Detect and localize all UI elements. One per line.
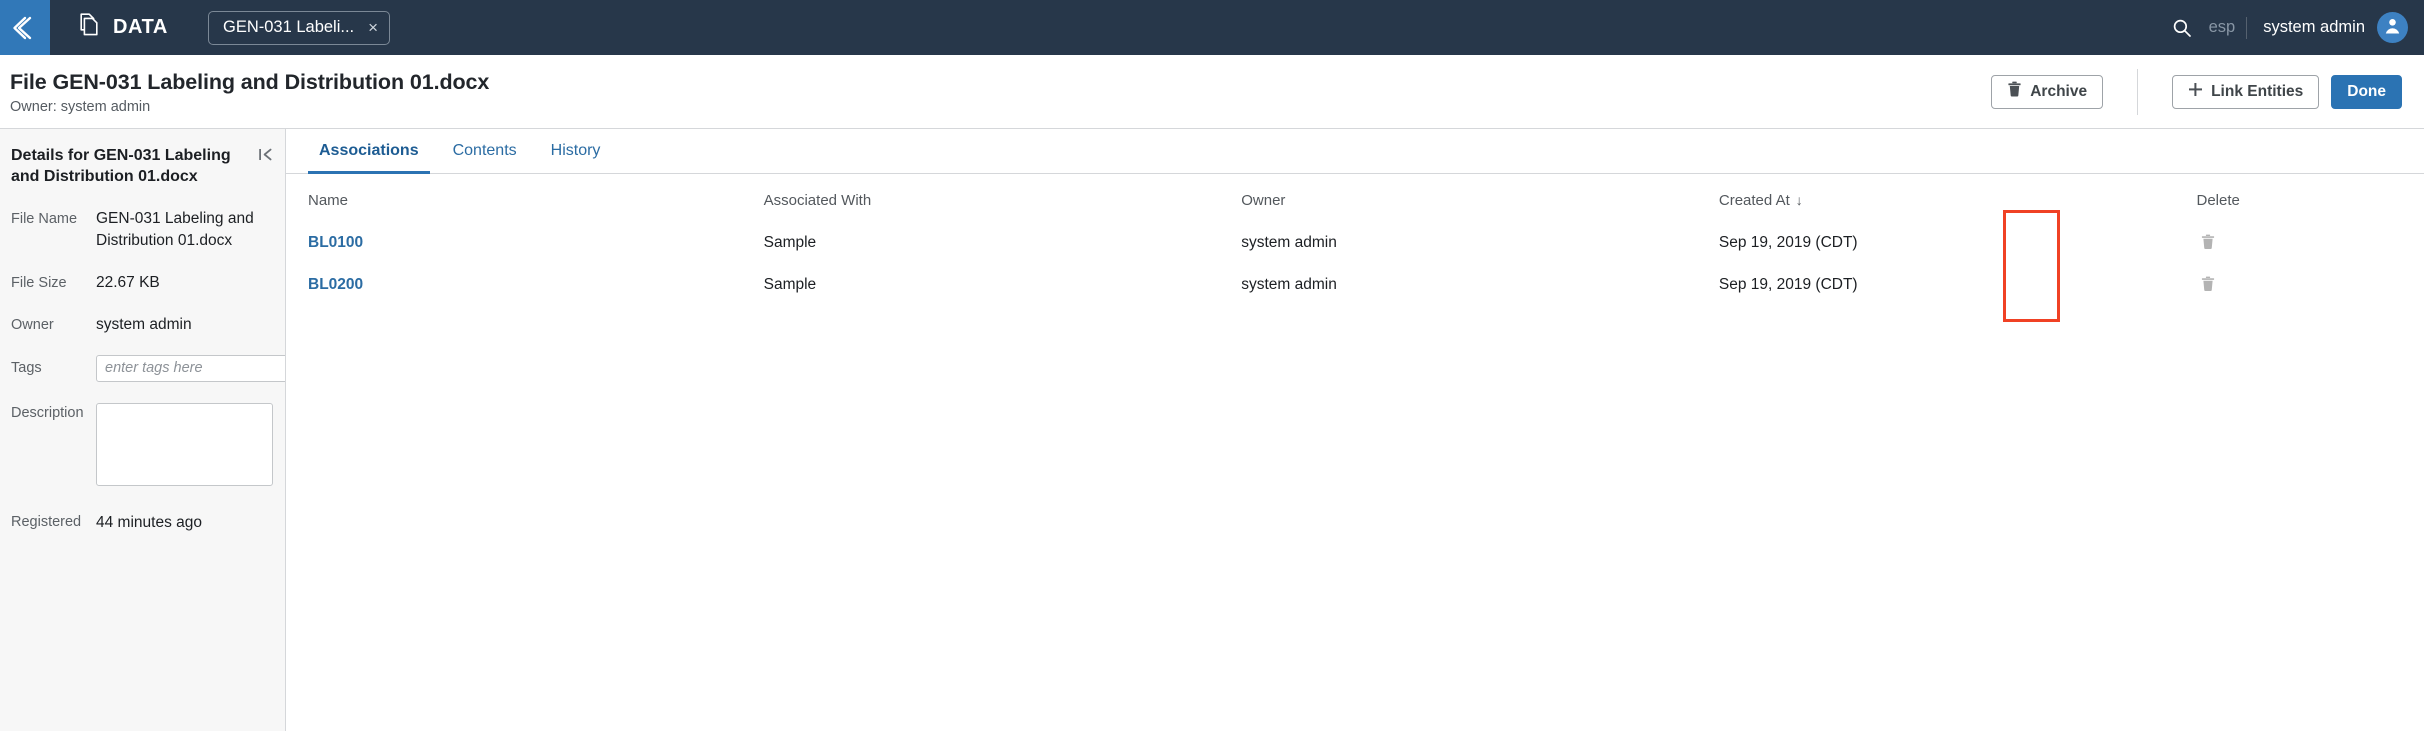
collapse-panel-icon[interactable] [258, 145, 273, 167]
trash-icon [2007, 81, 2022, 102]
cell-owner: system admin [1241, 276, 1337, 293]
tab-contents[interactable]: Contents [442, 129, 528, 173]
field-owner: Owner system admin [11, 314, 273, 335]
page-title: File GEN-031 Labeling and Distribution 0… [10, 70, 490, 94]
field-owner-label: Owner [11, 317, 54, 334]
locale-switcher[interactable]: esp [2205, 18, 2247, 37]
archive-button[interactable]: Archive [1991, 74, 2104, 109]
cell-associated-with: Sample [763, 234, 817, 251]
associations-table: Name Associated With Owner Created At ↓ D [286, 174, 2424, 306]
user-avatar-icon [2383, 16, 2402, 40]
table-row[interactable]: BL0200 Sample system admin Sep 19, 2019 … [286, 264, 2424, 306]
body-split: Details for GEN-031 Labeling and Distrib… [0, 129, 2424, 731]
cell-delete [2197, 264, 2424, 306]
associations-table-wrapper: Name Associated With Owner Created At ↓ D [286, 174, 2424, 731]
tab-history-label: History [550, 142, 601, 159]
row-name-link[interactable]: BL0200 [308, 276, 363, 293]
tab-history[interactable]: History [540, 129, 612, 173]
column-header-name-label: Name [308, 192, 349, 209]
cell-associated-with: Sample [763, 276, 817, 293]
done-button-label: Done [2347, 82, 2386, 100]
column-header-associated-with[interactable]: Associated With [764, 174, 1242, 222]
field-registered: Registered 44 minutes ago [11, 512, 273, 533]
topbar-divider [2246, 16, 2248, 39]
user-name-label[interactable]: system admin [2263, 18, 2365, 37]
open-document-tab[interactable]: GEN-031 Labeli... × [207, 10, 391, 45]
column-header-delete: Delete [2197, 174, 2424, 222]
cell-delete [2197, 222, 2424, 264]
description-textarea[interactable] [96, 402, 273, 486]
tab-associations-label: Associations [319, 142, 419, 159]
tab-associations[interactable]: Associations [308, 129, 430, 174]
field-file-size-label: File Size [11, 274, 67, 291]
documents-icon [78, 13, 100, 42]
close-icon[interactable]: × [368, 19, 378, 36]
cell-created-at: Sep 19, 2019 (CDT) [1718, 234, 1858, 251]
details-panel-title: Details for GEN-031 Labeling and Distrib… [11, 147, 231, 186]
cell-created-at: Sep 19, 2019 (CDT) [1718, 276, 1858, 293]
app-brand[interactable]: DATA [50, 0, 168, 55]
column-header-name[interactable]: Name [286, 174, 764, 222]
plus-icon [2188, 82, 2203, 102]
content-panel: Associations Contents History Name Assoc… [286, 129, 2424, 731]
row-name-link[interactable]: BL0100 [308, 234, 363, 251]
open-document-tab-label: GEN-031 Labeli... [222, 18, 355, 36]
link-entities-button-label: Link Entities [2211, 82, 2304, 100]
field-registered-value: 44 minutes ago [96, 513, 202, 531]
column-header-associated-with-label: Associated With [763, 192, 872, 209]
top-navigation-right: esp system admin [2159, 0, 2424, 55]
field-file-size-value: 22.67 KB [96, 273, 160, 291]
field-description-label: Description [11, 404, 84, 421]
trash-icon[interactable] [2197, 231, 2219, 253]
field-tags: Tags [11, 354, 285, 382]
field-file-name-value: GEN-031 Labeling and Distribution 01.doc… [96, 210, 254, 249]
table-header: Name Associated With Owner Created At ↓ D [286, 174, 2424, 222]
archive-button-label: Archive [2030, 82, 2088, 100]
chevron-left-icon [12, 14, 38, 42]
link-entities-button[interactable]: Link Entities [2172, 74, 2320, 109]
page-title-bar: File GEN-031 Labeling and Distribution 0… [0, 55, 2424, 129]
back-button[interactable] [0, 0, 50, 55]
search-icon[interactable] [2159, 18, 2205, 38]
field-file-name: File Name GEN-031 Labeling and Distribut… [11, 208, 273, 251]
field-tags-label: Tags [11, 360, 42, 377]
field-file-name-label: File Name [11, 211, 78, 228]
column-header-owner-label: Owner [1241, 192, 1286, 209]
tab-contents-label: Contents [452, 142, 517, 159]
column-header-owner[interactable]: Owner [1241, 174, 1719, 222]
page-subtitle: Owner: system admin [10, 99, 151, 115]
content-tabs: Associations Contents History [286, 129, 2424, 174]
avatar[interactable] [2377, 12, 2408, 43]
actions-divider [2137, 68, 2139, 115]
column-header-created-at[interactable]: Created At ↓ [1719, 174, 2197, 222]
table-row[interactable]: BL0100 Sample system admin Sep 19, 2019 … [286, 222, 2424, 264]
field-description: Description [11, 402, 273, 486]
tags-input[interactable] [96, 354, 285, 382]
title-block: File GEN-031 Labeling and Distribution 0… [10, 68, 489, 115]
field-registered-label: Registered [11, 514, 82, 531]
column-header-delete-label: Delete [2196, 192, 2240, 209]
cell-name: BL0100 [286, 222, 764, 264]
page-actions: Archive Link Entities Done [1991, 68, 2402, 115]
column-header-created-at-label: Created At [1718, 192, 1790, 209]
app-brand-label: DATA [113, 16, 168, 38]
cell-owner: system admin [1241, 234, 1337, 251]
done-button[interactable]: Done [2331, 74, 2402, 109]
table-body: BL0100 Sample system admin Sep 19, 2019 … [286, 222, 2424, 306]
details-panel: Details for GEN-031 Labeling and Distrib… [0, 129, 286, 731]
trash-icon[interactable] [2197, 273, 2219, 295]
table-header-row: Name Associated With Owner Created At ↓ D [286, 174, 2424, 222]
top-navigation-bar: DATA GEN-031 Labeli... × esp system admi… [0, 0, 2424, 55]
details-panel-header: Details for GEN-031 Labeling and Distrib… [11, 145, 273, 187]
sort-descending-icon: ↓ [1795, 192, 1803, 208]
cell-name: BL0200 [286, 264, 764, 306]
field-owner-value: system admin [96, 316, 192, 334]
field-file-size: File Size 22.67 KB [11, 272, 273, 293]
